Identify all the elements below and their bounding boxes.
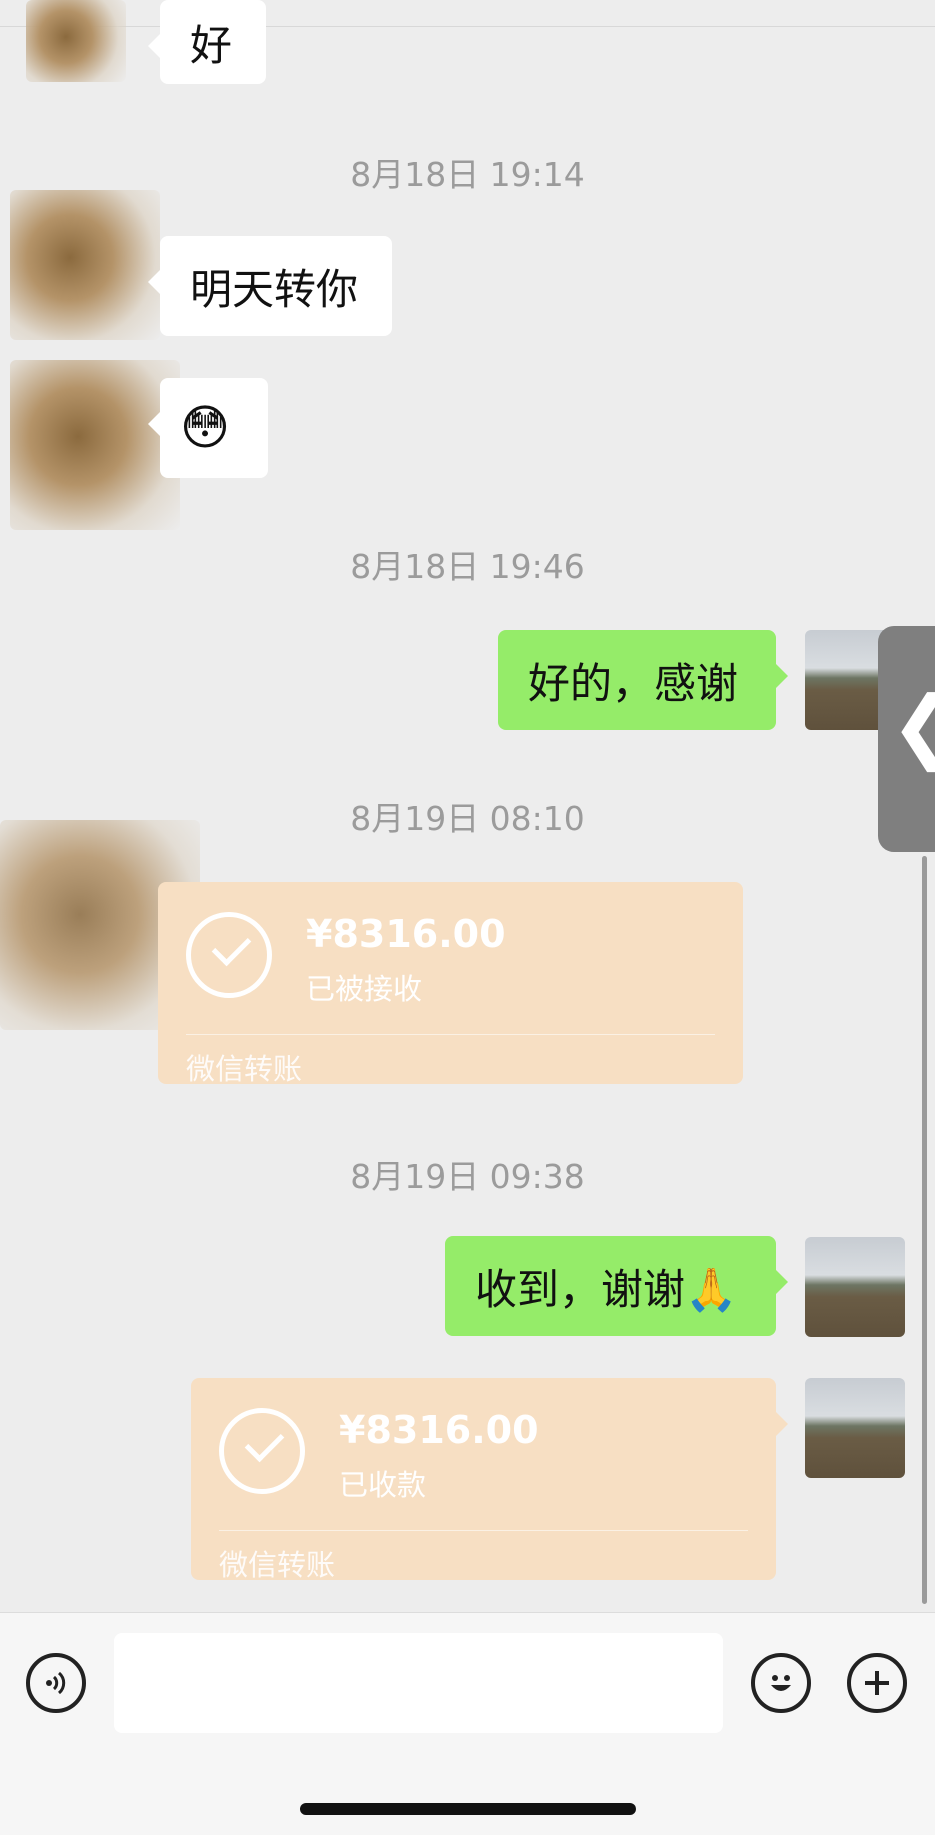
message-bubble-outgoing[interactable]: 收到，谢谢🙏 [445, 1236, 788, 1336]
message-text: 明天转你 [190, 264, 359, 314]
message-bubble-incoming[interactable]: 😳 [148, 378, 268, 478]
timestamp: 8月18日 19:46 [350, 547, 585, 586]
transfer-footer: 微信转账 [219, 1548, 336, 1582]
voice-icon [46, 1671, 66, 1695]
my-avatar[interactable] [805, 1378, 905, 1478]
plus-button[interactable] [847, 1653, 907, 1713]
transfer-amount: ¥8316.00 [339, 1408, 539, 1452]
transfer-card-received[interactable]: ¥8316.00 已被接收 微信转账 [158, 882, 743, 1086]
scrollbar[interactable] [922, 856, 927, 1604]
transfer-amount: ¥8316.00 [306, 912, 506, 956]
emoji-button[interactable] [751, 1653, 811, 1713]
input-bar [0, 1612, 935, 1835]
message-bubble-incoming[interactable]: 好 [148, 0, 266, 84]
contact-avatar[interactable] [10, 360, 180, 530]
check-circle-icon [219, 1408, 305, 1494]
check-circle-icon [186, 912, 272, 998]
transfer-status: 已收款 [339, 1468, 427, 1502]
message-bubble-incoming[interactable]: 明天转你 [148, 236, 392, 336]
contact-avatar[interactable] [26, 0, 126, 82]
header-divider [0, 0, 935, 27]
chat-area: 好 8月18日 19:14 明天转你 😳 8月18日 19:46 好的，感谢 8… [0, 0, 935, 1612]
message-text: 好 [190, 20, 233, 70]
plus-icon [865, 1671, 889, 1695]
transfer-footer: 微信转账 [186, 1052, 303, 1086]
transfer-status: 已被接收 [306, 972, 423, 1006]
transfer-divider [186, 1034, 715, 1035]
timestamp: 8月18日 19:14 [350, 155, 585, 194]
contact-avatar[interactable] [10, 190, 160, 340]
transfer-card-collected[interactable]: ¥8316.00 已收款 微信转账 [191, 1378, 788, 1582]
message-text: 收到，谢谢🙏 [475, 1264, 738, 1314]
timestamp: 8月19日 09:38 [350, 1157, 585, 1196]
chevron-left-icon: ❮ [890, 686, 935, 766]
side-panel-handle[interactable]: ❮ [878, 626, 935, 852]
emoji-icon [771, 1675, 791, 1691]
my-avatar[interactable] [805, 1237, 905, 1337]
voice-button[interactable] [26, 1653, 86, 1713]
message-bubble-outgoing[interactable]: 好的，感谢 [498, 630, 788, 730]
message-text: 好的，感谢 [528, 658, 739, 708]
transfer-divider [219, 1530, 748, 1531]
message-input[interactable] [114, 1633, 723, 1733]
home-indicator[interactable] [300, 1803, 636, 1815]
emoji-sticker: 😳 [180, 400, 231, 456]
